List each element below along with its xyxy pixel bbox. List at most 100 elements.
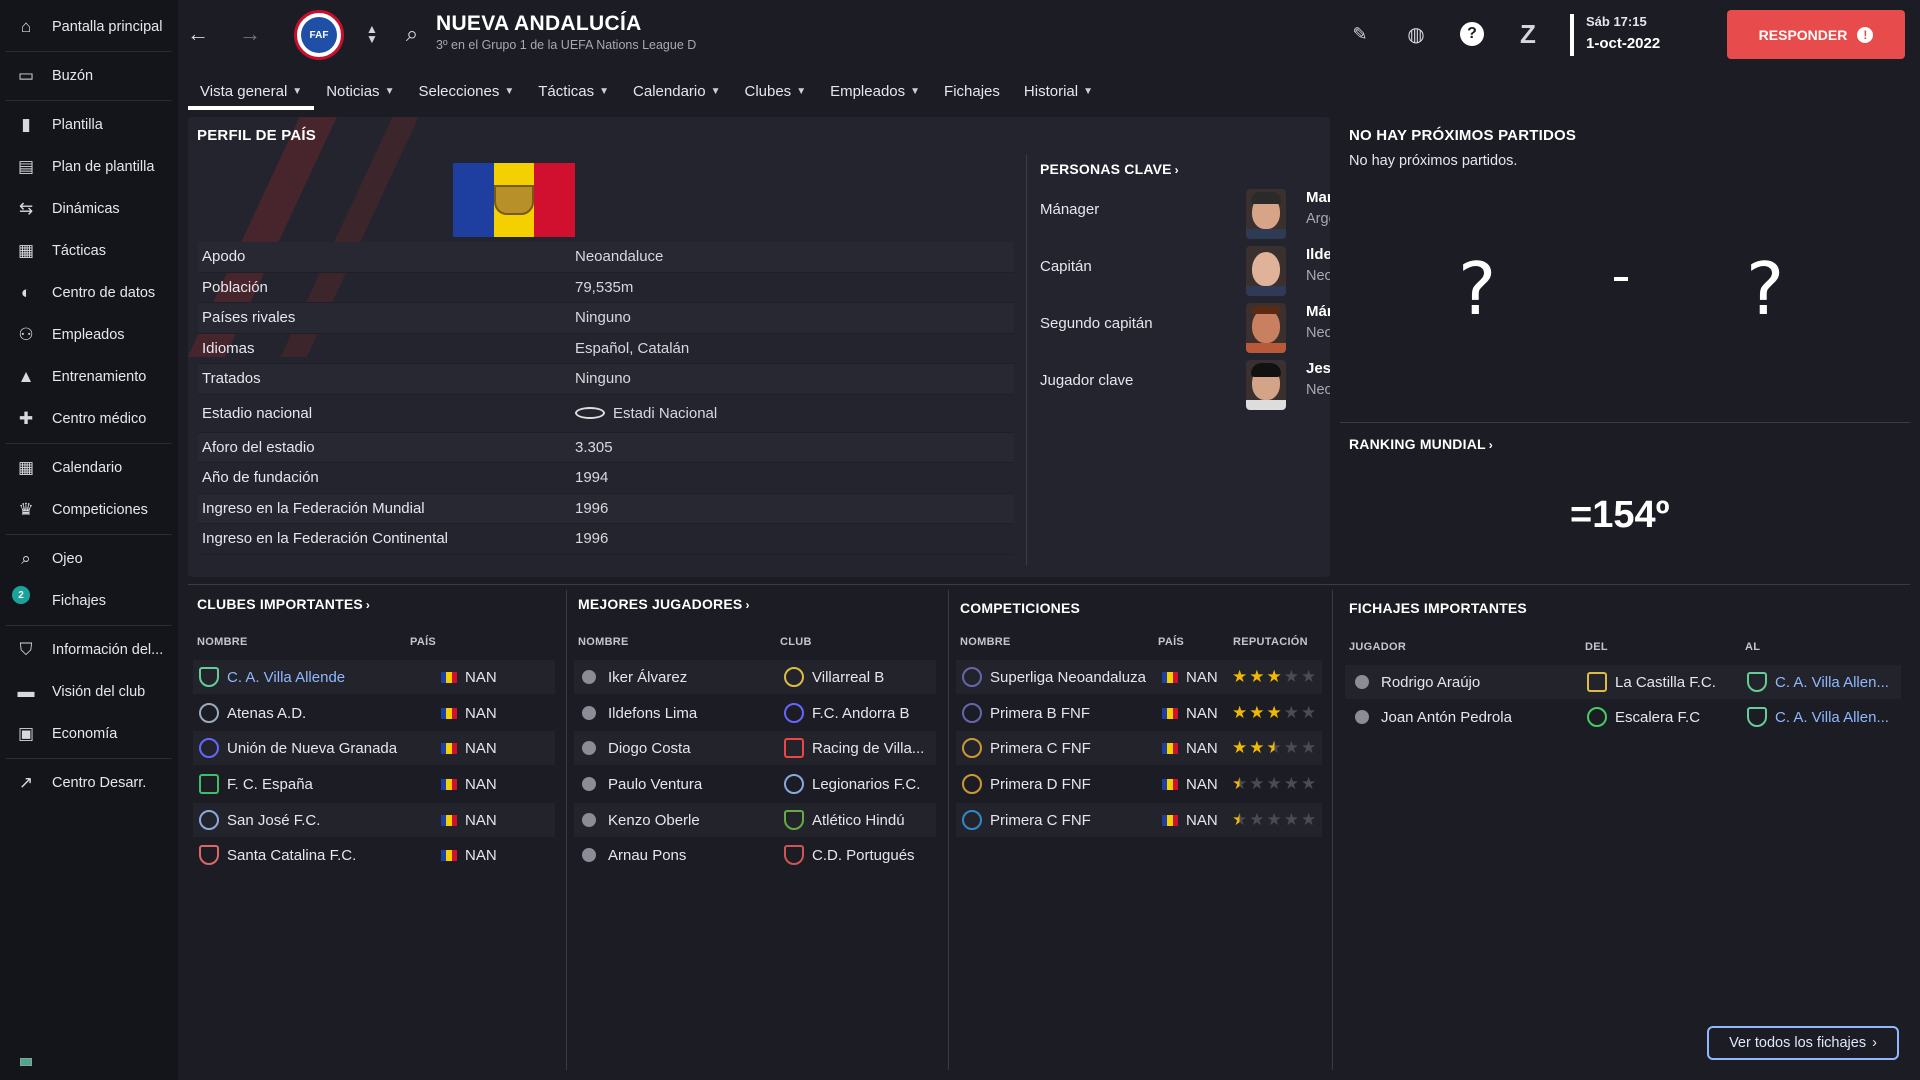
help-icon[interactable]: ? (1456, 18, 1488, 50)
player-name[interactable]: Iker Álvarez (608, 669, 784, 686)
transfer-player[interactable]: Joan Antón Pedrola (1381, 709, 1587, 726)
competitions-col-reputation[interactable]: REPUTACIÓN (1233, 636, 1308, 648)
transfer-row[interactable]: Joan Antón Pedrola Escalera F.C C. A. Vill… (1345, 700, 1901, 734)
competition-name[interactable]: Primera C FNF (990, 812, 1162, 829)
back-icon[interactable]: ← (182, 18, 214, 50)
profile-value[interactable]: Estadi Nacional (575, 405, 717, 422)
player-club[interactable]: F.C. Andorra B (812, 705, 910, 722)
key-person-name[interactable]: Marcelo Gallardo (1306, 189, 1330, 206)
sidebar-item-medical[interactable]: ✚ Centro médico (0, 398, 178, 440)
club-name[interactable]: F. C. España (227, 776, 417, 793)
player-row[interactable]: Kenzo Oberle Atlético Hindú (574, 803, 936, 837)
world-icon[interactable]: ◍ (1400, 18, 1432, 50)
player-club[interactable]: Racing de Villa... (812, 740, 924, 757)
club-name[interactable]: Unión de Nueva Granada (227, 740, 417, 757)
key-person-name[interactable]: Márcio (1306, 303, 1330, 320)
sidebar-item-club-info[interactable]: ⛉ Información del... (0, 629, 178, 671)
tab-tactics[interactable]: Tácticas ▼ (526, 74, 621, 108)
key-person-row[interactable]: Segundo capitán Márcio Neoandaluz (1040, 297, 1330, 353)
tab-staff[interactable]: Empleados ▼ (818, 74, 932, 108)
transfer-player[interactable]: Rodrigo Araújo (1381, 674, 1587, 691)
tab-history[interactable]: Historial ▼ (1012, 74, 1105, 108)
sidebar-item-club-vision[interactable]: ▬ Visión del club (0, 671, 178, 713)
player-name[interactable]: Kenzo Oberle (608, 812, 784, 829)
club-row[interactable]: Santa Catalina F.C. NAN (193, 838, 555, 872)
ranking-title[interactable]: RANKING MUNDIAL › (1349, 436, 1493, 452)
club-name[interactable]: San José F.C. (227, 812, 417, 829)
players-title[interactable]: MEJORES JUGADORES › (578, 596, 750, 612)
competition-row[interactable]: Primera B FNF NAN ★ ★ ★ ★ ★ (956, 696, 1322, 730)
tab-overview[interactable]: Vista general ▼ (188, 74, 315, 110)
fm-logo-icon[interactable]: Z (1512, 18, 1544, 50)
key-person-name[interactable]: Ildefons Lima (1306, 246, 1330, 263)
clubs-title[interactable]: CLUBES IMPORTANTES › (197, 596, 370, 612)
player-name[interactable]: Diogo Costa (608, 740, 784, 757)
sidebar-item-finances[interactable]: ▣ Economía (0, 713, 178, 755)
sidebar-item-data-hub[interactable]: ◐ Centro de datos (0, 272, 178, 314)
player-name[interactable]: Paulo Ventura (608, 776, 784, 793)
club-name[interactable]: Santa Catalina F.C. (227, 847, 417, 864)
transfer-to-club[interactable]: C. A. Villa Allen... (1775, 709, 1889, 726)
club-row[interactable]: Unión de Nueva Granada NAN (193, 731, 555, 765)
sidebar-item-tactics[interactable]: ▦ Tácticas (0, 230, 178, 272)
see-all-transfers-button[interactable]: Ver todos los fichajes › (1707, 1026, 1899, 1060)
switch-team-icon[interactable]: ▲ ▼ (356, 18, 388, 50)
competition-row[interactable]: Primera D FNF NAN ★ ★ ★ ★ ★ (956, 767, 1322, 801)
key-person-row[interactable]: Jugador clave Jesús Lara Neoandaluz (1040, 354, 1330, 410)
club-row[interactable]: San José F.C. NAN (193, 803, 555, 837)
tab-transfers[interactable]: Fichajes (932, 74, 1012, 108)
forward-icon[interactable]: → (234, 18, 266, 50)
competition-name[interactable]: Primera B FNF (990, 705, 1162, 722)
player-row[interactable]: Paulo Ventura Legionarios F.C. (574, 767, 936, 801)
sidebar-item-training[interactable]: ▲ Entrenamiento (0, 356, 178, 398)
transfer-from-club[interactable]: Escalera F.C (1615, 709, 1747, 726)
players-col-club[interactable]: CLUB (780, 636, 812, 648)
clubs-col-name[interactable]: NOMBRE (197, 636, 248, 648)
players-col-name[interactable]: NOMBRE (578, 636, 629, 648)
competitions-col-country[interactable]: PAÍS (1158, 636, 1184, 648)
player-name[interactable]: Ildefons Lima (608, 705, 784, 722)
sidebar-item-competitions[interactable]: ♛ Competiciones (0, 489, 178, 531)
search-icon[interactable]: ⌕ (396, 18, 428, 50)
key-people-title[interactable]: PERSONAS CLAVE › (1040, 161, 1320, 177)
transfer-row[interactable]: Rodrigo Araújo La Castilla F.C. C. A. Vill… (1345, 665, 1901, 699)
player-club[interactable]: Atlético Hindú (812, 812, 905, 829)
club-name[interactable]: C. A. Villa Allende (227, 669, 417, 686)
player-row[interactable]: Iker Álvarez Villarreal B (574, 660, 936, 694)
competition-row[interactable]: Superliga Neoandaluza NAN ★ ★ ★ ★ ★ (956, 660, 1322, 694)
sidebar-item-scouting[interactable]: ⌕ Ojeo (0, 538, 178, 580)
player-name[interactable]: Arnau Pons (608, 847, 784, 864)
transfers-col-to[interactable]: AL (1745, 641, 1760, 653)
player-row[interactable]: Arnau Pons C.D. Portugués (574, 838, 936, 872)
player-row[interactable]: Ildefons Lima F.C. Andorra B (574, 696, 936, 730)
sidebar-item-calendar[interactable]: ▦ Calendario (0, 447, 178, 489)
key-person-row[interactable]: Mánager Marcelo Gallardo Argentino (1040, 183, 1330, 239)
tab-news[interactable]: Noticias ▼ (314, 74, 406, 108)
key-person-row[interactable]: Capitán Ildefons Lima Neoandaluz (1040, 240, 1330, 296)
competition-name[interactable]: Superliga Neoandaluza (990, 669, 1162, 686)
sidebar-item-squad-plan[interactable]: ▤ Plan de plantilla (0, 146, 178, 188)
sidebar-item-inbox[interactable]: ▭ Buzón (0, 55, 178, 97)
edit-icon[interactable]: ✎ (1344, 18, 1376, 50)
transfers-col-player[interactable]: JUGADOR (1349, 641, 1406, 653)
competition-row[interactable]: Primera C FNF NAN ★ ★ ★ ★ ★ (956, 731, 1322, 765)
sidebar-item-dynamics[interactable]: ⇆ Dinámicas (0, 188, 178, 230)
sidebar-item-home[interactable]: ⌂ Pantalla principal (0, 6, 178, 48)
player-row[interactable]: Diogo Costa Racing de Villa... (574, 731, 936, 765)
clubs-col-country[interactable]: PAÍS (410, 636, 436, 648)
player-club[interactable]: C.D. Portugués (812, 847, 915, 864)
transfer-to-club[interactable]: C. A. Villa Allen... (1775, 674, 1889, 691)
club-row[interactable]: Atenas A.D. NAN (193, 696, 555, 730)
transfer-from-club[interactable]: La Castilla F.C. (1615, 674, 1747, 691)
competition-name[interactable]: Primera C FNF (990, 740, 1162, 757)
respond-button[interactable]: RESPONDER! (1727, 10, 1905, 59)
tab-calendar[interactable]: Calendario ▼ (621, 74, 732, 108)
status-indicator-icon[interactable] (20, 1058, 32, 1066)
player-club[interactable]: Villarreal B (812, 669, 884, 686)
competition-name[interactable]: Primera D FNF (990, 776, 1162, 793)
tab-national-teams[interactable]: Selecciones ▼ (406, 74, 526, 108)
transfers-col-from[interactable]: DEL (1585, 641, 1608, 653)
club-row[interactable]: C. A. Villa Allende NAN (193, 660, 555, 694)
competition-row[interactable]: Primera C FNF NAN ★ ★ ★ ★ ★ (956, 803, 1322, 837)
sidebar-item-staff[interactable]: ⚇ Empleados (0, 314, 178, 356)
